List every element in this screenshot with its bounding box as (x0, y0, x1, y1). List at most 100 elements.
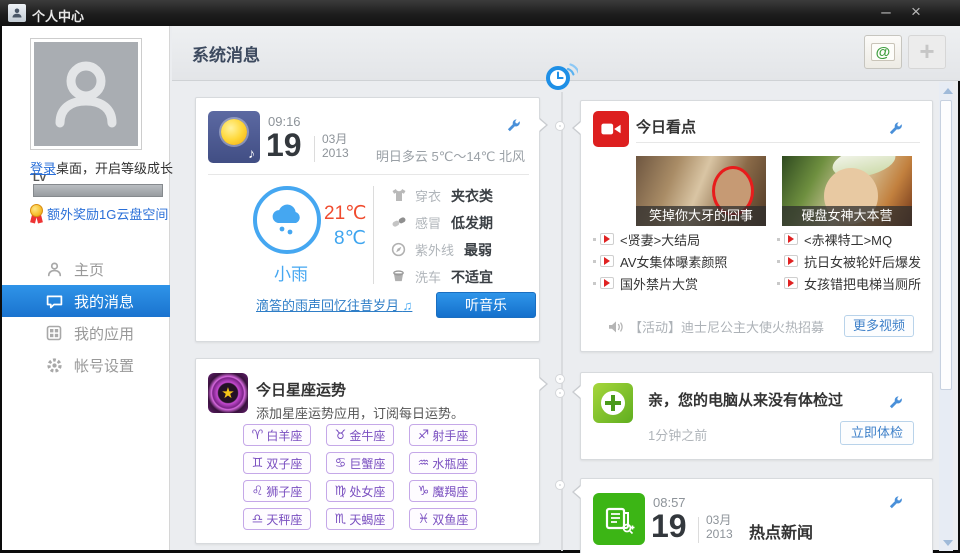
sidebar-item-home[interactable]: 主页 (2, 253, 170, 285)
close-button[interactable]: × (902, 0, 930, 25)
weather-condition: 小雨 (253, 260, 329, 285)
video-link[interactable]: 抗日女被轮奸后爆发 (777, 253, 921, 269)
zodiac-button-cancer[interactable]: ♋巨蟹座 (326, 452, 394, 474)
announcement-text[interactable]: 【活动】迪士尼公主大使火热招募 (629, 317, 824, 336)
video-link[interactable]: <贤妻>大结局 (593, 231, 727, 247)
zodiac-button-libra[interactable]: ♎天秤座 (243, 508, 311, 530)
video-highlights-card: 今日看点 笑掉你大牙的囧事 硬盘女神大本营 <贤妻>大结局 AV女集体曝素颜照 … (580, 100, 933, 352)
zodiac-button-sagittarius[interactable]: ♐射手座 (409, 424, 477, 446)
zodiac-grid: ♈白羊座 ♉金牛座 ♐射手座 ♊双子座 ♋巨蟹座 ♒水瓶座 ♌狮子座 ♍处女座 … (243, 424, 533, 530)
thumbnail-caption: 笑掉你大牙的囧事 (636, 206, 766, 226)
zodiac-button-gemini[interactable]: ♊双子座 (243, 452, 311, 474)
divider (698, 517, 699, 543)
temp-high: 21℃ (324, 202, 366, 225)
timeline-node (556, 122, 564, 130)
zodiac-button-leo[interactable]: ♌狮子座 (243, 480, 311, 502)
weather-app-icon[interactable]: ♪ (208, 111, 260, 163)
add-button[interactable]: + (908, 35, 946, 69)
news-card: 08:57 19 03月 2013 热点新闻 (580, 478, 933, 553)
scroll-up-arrow-icon[interactable] (943, 88, 953, 94)
zodiac-label: 金牛座 (349, 427, 385, 444)
reward-link[interactable]: 额外奖励1G云盘空间 (47, 204, 168, 223)
thumbnail-caption: 硬盘女神大本营 (782, 206, 912, 226)
video-link[interactable]: <赤裸特工>MQ (777, 231, 921, 247)
zodiac-button-scorpio[interactable]: ♏天蝎座 (326, 508, 394, 530)
video-link[interactable]: 女孩错把电梯当厕所 (777, 275, 921, 291)
pill-icon (391, 215, 409, 231)
weather-day: 19 (266, 129, 302, 161)
zodiac-button-aries[interactable]: ♈白羊座 (243, 424, 311, 446)
envelope-at-icon: @ (871, 43, 895, 61)
tip-label: 感冒 (415, 213, 441, 232)
sidebar-item-settings[interactable]: 帐号设置 (2, 349, 170, 381)
window-title: 个人中心 (32, 6, 84, 25)
tip-value: 最弱 (464, 240, 492, 260)
divider (208, 174, 529, 175)
checkup-card: 亲，您的电脑从来没有体检过 1分钟之前 立即体检 (580, 372, 933, 460)
video-link-column-left: <贤妻>大结局 AV女集体曝素颜照 国外禁片大赏 (593, 231, 727, 297)
news-title: 热点新闻 (749, 519, 813, 543)
play-icon (784, 233, 798, 245)
zodiac-label: 双鱼座 (432, 511, 468, 528)
zodiac-label: 射手座 (432, 427, 468, 444)
shirt-icon (391, 188, 409, 204)
star-icon: ★ (221, 384, 234, 402)
gear-icon (46, 356, 66, 374)
card-pointer (540, 118, 548, 132)
timeline-node (556, 389, 564, 397)
horoscope-card: ★ 今日星座运势 添加星座运势应用，订阅每日运势。 ♈白羊座 ♉金牛座 ♐射手座… (195, 358, 540, 544)
speaker-icon (608, 320, 624, 334)
medal-icon (30, 204, 44, 223)
news-year: 2013 (706, 527, 733, 541)
horoscope-subtitle: 添加星座运势应用，订阅每日运势。 (256, 403, 464, 422)
zodiac-label: 处女座 (349, 483, 385, 500)
zodiac-button-taurus[interactable]: ♉金牛座 (326, 424, 394, 446)
card-pointer (572, 485, 580, 499)
zodiac-button-aquarius[interactable]: ♒水瓶座 (409, 452, 477, 474)
scrollbar-thumb[interactable] (940, 100, 952, 390)
wrench-icon[interactable] (506, 118, 521, 133)
more-videos-button[interactable]: 更多视频 (844, 315, 914, 337)
zodiac-button-pisces[interactable]: ♓双鱼座 (409, 508, 477, 530)
song-link[interactable]: 滴答的雨声回忆往昔岁月 ♫ (256, 295, 412, 314)
play-icon (784, 277, 798, 289)
apps-grid-icon (46, 324, 66, 342)
zodiac-button-capricorn[interactable]: ♑魔羯座 (409, 480, 477, 502)
video-thumbnail-1[interactable]: 笑掉你大牙的囧事 (636, 156, 766, 226)
zodiac-button-virgo[interactable]: ♍处女座 (326, 480, 394, 502)
rain-cloud-icon (253, 186, 321, 254)
health-cross-icon (601, 391, 625, 415)
listen-music-button[interactable]: 听音乐 (436, 292, 536, 318)
song-title: 滴答的雨声回忆往昔岁月 (256, 298, 399, 313)
news-app-icon[interactable] (593, 493, 645, 545)
sidebar-menu: 主页 我的消息 我的应用 帐号设置 (2, 253, 170, 381)
weather-year: 2013 (322, 146, 349, 160)
wrench-icon[interactable] (888, 495, 903, 510)
sidebar-item-messages[interactable]: 我的消息 (2, 285, 170, 317)
video-link[interactable]: 国外禁片大赏 (593, 275, 727, 291)
minimize-button[interactable]: – (872, 0, 900, 25)
checkup-now-button[interactable]: 立即体检 (840, 421, 914, 445)
horoscope-app-icon[interactable]: ★ (208, 373, 248, 413)
reward-row[interactable]: 额外奖励1G云盘空间 (30, 204, 168, 223)
card-pointer (572, 385, 580, 399)
wrench-icon[interactable] (888, 121, 903, 136)
wrench-icon[interactable] (888, 395, 903, 410)
leo-icon: ♌ (252, 483, 264, 499)
sidebar-item-apps[interactable]: 我的应用 (2, 317, 170, 349)
cancer-icon: ♋ (335, 455, 347, 471)
avatar[interactable] (30, 38, 142, 150)
avatar-placeholder-icon (34, 42, 138, 146)
mention-button[interactable]: @ (864, 35, 902, 69)
checkup-app-icon[interactable] (593, 383, 633, 423)
scroll-down-arrow-icon[interactable] (943, 540, 953, 546)
tip-row: 紫外线 最弱 (391, 240, 493, 259)
video-thumbnail-2[interactable]: 硬盘女神大本营 (782, 156, 912, 226)
tip-label: 洗车 (415, 267, 441, 286)
tip-value: 不适宜 (451, 267, 493, 287)
video-link[interactable]: AV女集体曝素颜照 (593, 253, 727, 269)
zodiac-label: 白羊座 (266, 427, 302, 444)
sidebar: 登录桌面，开启等级成长 Lv 额外奖励1G云盘空间 主页 我的消息 (2, 26, 170, 550)
video-app-icon[interactable] (593, 111, 629, 147)
tip-row: 洗车 不适宜 (391, 267, 493, 286)
